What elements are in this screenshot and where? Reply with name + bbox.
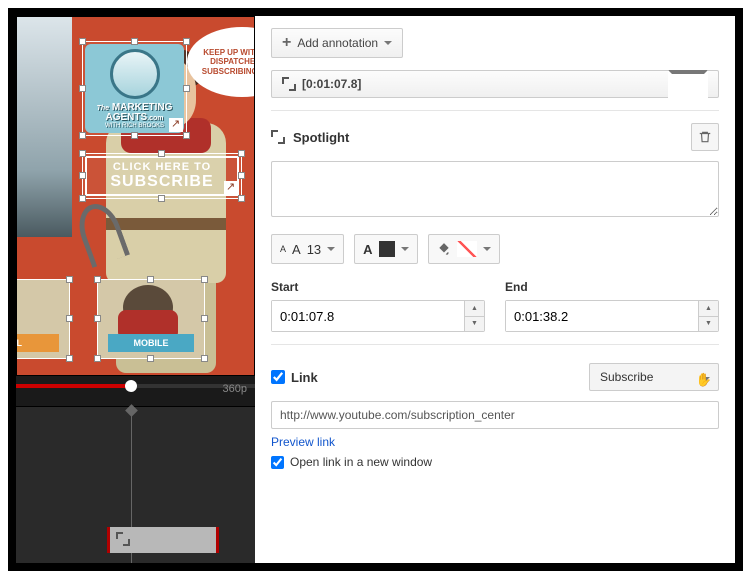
chevron-down-icon [483,247,491,255]
annotation-timeline[interactable] [16,406,255,563]
link-type-dropdown[interactable]: Subscribe ✋ [589,363,719,391]
open-new-window-checkbox[interactable]: Open link in a new window [271,455,719,469]
delete-button[interactable] [691,123,719,151]
chevron-down-icon [668,70,708,102]
end-time-down[interactable]: ▼ [699,317,718,332]
chevron-down-icon [401,247,409,255]
annotation-logo[interactable]: The MARKETING AGENTS.com WITH RICH BROOK… [82,41,187,136]
font-size-icon: A [280,244,286,254]
bg-color-control[interactable] [428,234,500,264]
preview-link[interactable]: Preview link [271,435,335,449]
annotation-card-2[interactable]: MOBILE [97,279,205,359]
spotlight-icon [282,77,296,91]
spotlight-icon [116,532,130,546]
cursor-icon: ✋ [696,372,712,388]
timeline-clip[interactable] [107,527,219,553]
annotation-type-label: Spotlight [293,130,349,145]
chevron-down-icon [384,41,392,49]
font-color-icon: A [363,242,372,257]
chevron-down-icon [327,247,335,255]
plus-icon: + [282,35,291,51]
end-time-input[interactable] [506,301,698,331]
link-checkbox[interactable]: Link [271,370,318,385]
video-panel: KEEP UP WITH OUR DISPATCHES BY SUBSCRIBI… [16,16,255,563]
playhead-knob[interactable] [125,380,137,392]
annotation-text-input[interactable] [271,161,719,217]
quality-label[interactable]: 360p [223,383,247,395]
start-time-down[interactable]: ▼ [465,317,484,332]
annotation-subscribe[interactable]: CLICK HERE TO SUBSCRIBE [82,153,242,199]
end-label: End [505,280,719,294]
add-annotation-button[interactable]: + Add annotation [271,28,403,58]
end-time-up[interactable]: ▲ [699,301,718,317]
start-label: Start [271,280,485,294]
video-preview[interactable]: KEEP UP WITH OUR DISPATCHES BY SUBSCRIBI… [16,16,255,376]
paint-bucket-icon [437,242,451,256]
progress-bar[interactable]: 360p [16,376,255,406]
timestamp-dropdown[interactable]: [0:01:07.8] [271,70,719,98]
annotation-card-1[interactable]: AL [16,279,70,359]
annotation-controls: + Add annotation [0:01:07.8] Spotlight [255,16,735,563]
font-size-control[interactable]: AA 13 [271,234,344,264]
spotlight-icon [271,130,285,144]
trash-icon [698,130,712,144]
font-color-control[interactable]: A [354,234,417,264]
link-url-input[interactable] [271,401,719,429]
link-icon [224,181,238,195]
start-time-up[interactable]: ▲ [465,301,484,317]
start-time-input[interactable] [272,301,464,331]
link-icon [169,118,183,132]
